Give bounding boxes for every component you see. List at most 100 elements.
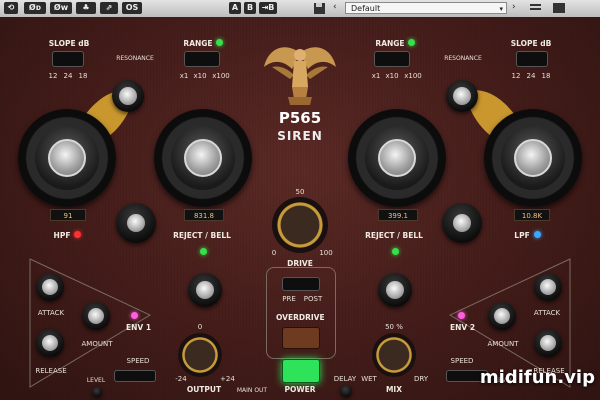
right-freq-knob[interactable] xyxy=(365,126,429,190)
left-slope-12[interactable]: 12 xyxy=(47,72,59,80)
phase-d-button[interactable]: Øᴅ xyxy=(24,2,46,14)
left-mid-knob[interactable] xyxy=(116,203,156,243)
mix-label: MIX xyxy=(385,385,403,394)
left-release-knob[interactable] xyxy=(36,329,64,357)
right-amount-label: AMOUNT xyxy=(487,340,519,348)
left-slope-18[interactable]: 18 xyxy=(77,72,89,80)
pre-label: PRE xyxy=(282,295,296,303)
watermark: midifun.vip xyxy=(479,367,595,388)
overdrive-button[interactable] xyxy=(282,327,320,349)
left-freq-display[interactable]: 831.8 xyxy=(184,209,224,221)
right-lpf-display[interactable]: 10.8K xyxy=(514,209,550,221)
output-knob[interactable] xyxy=(178,333,222,377)
left-resonance-label: RESONANCE xyxy=(116,55,154,62)
right-slope-24[interactable]: 24 xyxy=(525,72,537,80)
left-release-label: RELEASE xyxy=(35,367,67,375)
right-attack-label: ATTACK xyxy=(533,309,561,317)
power-button[interactable] xyxy=(282,359,320,383)
left-level-knob[interactable] xyxy=(92,387,102,397)
output-label: OUTPUT xyxy=(186,385,222,394)
routing-icon[interactable]: ♣ xyxy=(76,2,96,14)
left-speed-label: SPEED xyxy=(126,357,150,365)
left-slope-24[interactable]: 24 xyxy=(62,72,74,80)
right-range-led xyxy=(408,39,415,46)
post-label: POST xyxy=(303,295,323,303)
drive-mid-label: 50 xyxy=(295,188,305,196)
left-hpf-ring xyxy=(18,109,116,207)
left-range-x1[interactable]: x1 xyxy=(176,72,192,80)
pre-post-switch[interactable] xyxy=(282,277,320,291)
output-mid-label: 0 xyxy=(197,323,203,331)
menu-icon[interactable] xyxy=(530,3,541,13)
left-hpf-label: HPF xyxy=(53,231,71,240)
prev-preset-icon[interactable]: ‹ xyxy=(333,2,337,12)
left-freq-knob[interactable] xyxy=(171,126,235,190)
siren-emblem-icon xyxy=(264,47,336,105)
right-freq-display[interactable]: 399.1 xyxy=(378,209,418,221)
left-reject-label: REJECT / BELL xyxy=(173,231,231,240)
left-slope-switch[interactable] xyxy=(52,51,84,67)
right-range-x100[interactable]: x100 xyxy=(402,72,424,80)
preset-value: Default xyxy=(351,4,381,13)
ab-b-button[interactable]: B xyxy=(244,2,256,14)
right-resonance-knob[interactable] xyxy=(446,80,478,112)
drive-knob[interactable] xyxy=(272,197,328,253)
left-hpf-display[interactable]: 91 xyxy=(50,209,86,221)
delay-knob[interactable] xyxy=(340,385,352,397)
drive-max-label: 100 xyxy=(319,249,333,257)
toolbar: ⟲ Øᴅ Øᴡ ♣ ⇗ OS A B ⇥B ‹ Default ▾ › xyxy=(0,0,600,18)
left-range-x10[interactable]: x10 xyxy=(192,72,208,80)
left-reject-led[interactable] xyxy=(200,248,207,255)
phase-w-button[interactable]: Øᴡ xyxy=(50,2,72,14)
left-reject-knob[interactable] xyxy=(188,273,222,307)
mix-knob[interactable] xyxy=(372,333,416,377)
right-release-knob[interactable] xyxy=(534,329,562,357)
right-reject-led[interactable] xyxy=(392,248,399,255)
oversampling-button[interactable]: OS xyxy=(122,2,142,14)
right-lpf-knob[interactable] xyxy=(501,126,565,190)
right-slope-12[interactable]: 12 xyxy=(510,72,522,80)
right-range-x10[interactable]: x10 xyxy=(384,72,400,80)
left-amount-knob[interactable] xyxy=(82,302,110,330)
curve-icon[interactable]: ⇗ xyxy=(100,2,118,14)
library-icon[interactable] xyxy=(552,2,566,14)
left-env-led[interactable] xyxy=(131,312,138,319)
right-speed-label: SPEED xyxy=(450,357,474,365)
right-slope-switch[interactable] xyxy=(516,51,548,67)
next-preset-icon[interactable]: › xyxy=(512,2,516,12)
model-label: P565 xyxy=(278,109,322,127)
right-lpf-knob-cap xyxy=(514,139,552,177)
right-resonance-label: RESONANCE xyxy=(444,55,482,62)
left-resonance-knob[interactable] xyxy=(112,80,144,112)
right-mid-knob[interactable] xyxy=(442,203,482,243)
mix-dry-label: DRY xyxy=(413,375,429,383)
left-attack-knob[interactable] xyxy=(36,273,64,301)
right-amount-knob[interactable] xyxy=(488,302,516,330)
left-range-label: RANGE xyxy=(183,39,213,48)
left-range-x100[interactable]: x100 xyxy=(210,72,232,80)
copy-ab-button[interactable]: ⇥B xyxy=(259,2,277,14)
right-attack-knob[interactable] xyxy=(534,273,562,301)
right-reject-label: REJECT / BELL xyxy=(365,231,423,240)
ab-a-button[interactable]: A xyxy=(229,2,241,14)
plugin-panel: P565 SIREN SLOPE dB 12 24 18 RESONANCE R… xyxy=(0,17,600,400)
right-range-switch[interactable] xyxy=(374,51,410,67)
right-env-led[interactable] xyxy=(458,312,465,319)
right-slope-18[interactable]: 18 xyxy=(540,72,552,80)
undo-button[interactable]: ⟲ xyxy=(4,2,18,14)
preset-select[interactable]: Default ▾ xyxy=(345,2,507,14)
delay-label: DELAY xyxy=(333,375,357,383)
right-lpf-led[interactable] xyxy=(534,231,541,238)
save-icon[interactable] xyxy=(313,2,326,15)
left-speed-switch[interactable] xyxy=(114,370,156,382)
right-reject-knob[interactable] xyxy=(378,273,412,307)
left-hpf-led[interactable] xyxy=(74,231,81,238)
right-range-label: RANGE xyxy=(375,39,405,48)
overdrive-label: OVERDRIVE xyxy=(276,313,325,322)
left-freq-ring xyxy=(154,109,252,207)
drive-min-label: 0 xyxy=(271,249,277,257)
left-hpf-knob[interactable] xyxy=(35,126,99,190)
right-range-x1[interactable]: x1 xyxy=(368,72,384,80)
brand-label: SIREN xyxy=(277,129,323,143)
left-range-switch[interactable] xyxy=(184,51,220,67)
